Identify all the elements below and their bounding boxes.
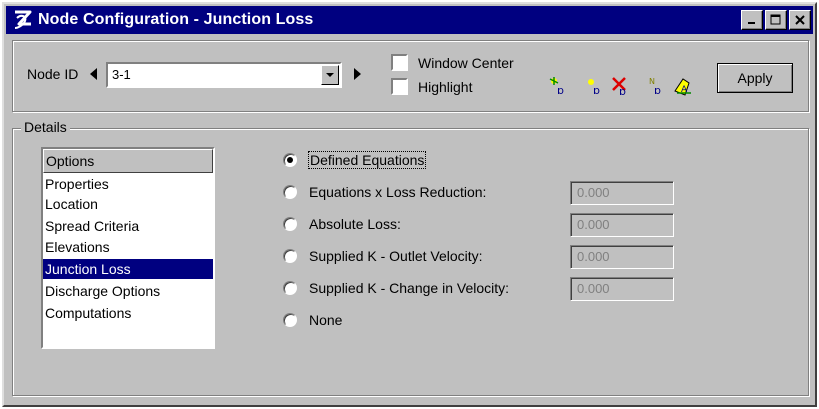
chevron-down-icon: [326, 73, 334, 77]
details-group: Details Options Properties Location Spre…: [12, 119, 809, 396]
add-node-tool-icon[interactable]: ɒ: [548, 75, 570, 97]
supplied-k-outlet-option[interactable]: Supplied K - Outlet Velocity:: [283, 248, 483, 264]
previous-node-button[interactable]: [87, 66, 101, 82]
svg-text:ɒ: ɒ: [593, 84, 600, 97]
node-id-label: Node ID: [27, 66, 79, 82]
close-icon: [795, 15, 805, 25]
node-selector-group: Node ID 3-1 Window Center Highlight ɒ ɒ: [12, 40, 809, 112]
apply-button[interactable]: Apply: [717, 63, 793, 93]
option-junction-loss[interactable]: Junction Loss: [43, 259, 213, 279]
minimize-button[interactable]: [741, 10, 763, 30]
none-option[interactable]: None: [283, 312, 342, 328]
options-header[interactable]: Options: [43, 149, 213, 173]
option-discharge-options[interactable]: Discharge Options: [43, 281, 213, 301]
equations-loss-reduction-option[interactable]: Equations x Loss Reduction:: [283, 184, 486, 200]
absolute-loss-label: Absolute Loss:: [309, 216, 401, 232]
details-group-label: Details: [21, 119, 70, 135]
next-node-button[interactable]: [350, 66, 364, 82]
insert-node-tool-icon[interactable]: ɒ: [584, 75, 606, 97]
option-properties[interactable]: Properties: [43, 174, 213, 194]
svg-text:ɒ: ɒ: [557, 84, 564, 97]
supplied-k-change-label: Supplied K - Change in Velocity:: [309, 280, 510, 296]
options-listbox[interactable]: Options Properties Location Spread Crite…: [41, 147, 215, 349]
none-label: None: [309, 312, 343, 328]
window-center-label: Window Center: [418, 54, 514, 71]
absolute-loss-option[interactable]: Absolute Loss:: [283, 216, 401, 232]
absolute-loss-field[interactable]: 0.000: [570, 213, 674, 237]
supplied-k-change-field[interactable]: 0.000: [570, 277, 674, 301]
maximize-button[interactable]: [765, 10, 787, 30]
minimize-icon: [748, 22, 755, 24]
node-configuration-window: Node Configuration - Junction Loss Node …: [2, 2, 817, 407]
node-id-value: 3-1: [112, 67, 131, 82]
node-id-dropdown-button[interactable]: [321, 65, 339, 85]
window-title: Node Configuration - Junction Loss: [38, 11, 314, 28]
none-radio[interactable]: [283, 313, 297, 327]
close-button[interactable]: [789, 10, 811, 30]
right-arrow-icon: [354, 68, 361, 80]
delete-node-tool-icon[interactable]: ɒ: [610, 75, 632, 98]
option-spread-criteria[interactable]: Spread Criteria: [43, 216, 213, 236]
defined-equations-option[interactable]: Defined Equations: [283, 151, 427, 169]
annotate-node-tool-icon[interactable]: A: [673, 75, 695, 97]
highlight-checkbox[interactable]: [391, 78, 408, 95]
equations-loss-reduction-field[interactable]: 0.000: [570, 181, 674, 205]
defined-equations-radio[interactable]: [283, 153, 297, 167]
left-arrow-icon: [90, 68, 97, 80]
node-id-combo[interactable]: 3-1: [106, 62, 342, 88]
highlight-option[interactable]: Highlight: [391, 78, 472, 95]
window-center-checkbox[interactable]: [391, 54, 408, 71]
title-bar[interactable]: Node Configuration - Junction Loss: [6, 6, 813, 34]
svg-text:ɒ: ɒ: [654, 84, 661, 97]
supplied-k-change-option[interactable]: Supplied K - Change in Velocity:: [283, 280, 509, 296]
svg-text:ɒ: ɒ: [619, 85, 626, 97]
maximize-icon: [770, 14, 781, 25]
equations-loss-reduction-radio[interactable]: [283, 185, 297, 199]
absolute-loss-radio[interactable]: [283, 217, 297, 231]
supplied-k-outlet-field[interactable]: 0.000: [570, 245, 674, 269]
window-center-option[interactable]: Window Center: [391, 54, 514, 71]
edit-node-tool-icon[interactable]: Nɒ: [646, 75, 668, 97]
supplied-k-outlet-label: Supplied K - Outlet Velocity:: [309, 248, 483, 264]
supplied-k-outlet-radio[interactable]: [283, 249, 297, 263]
option-elevations[interactable]: Elevations: [43, 237, 213, 257]
defined-equations-label: Defined Equations: [307, 151, 427, 169]
app-logo-icon: [10, 7, 36, 33]
option-location[interactable]: Location: [43, 194, 213, 214]
supplied-k-change-radio[interactable]: [283, 281, 297, 295]
option-computations[interactable]: Computations: [43, 303, 213, 323]
equations-loss-reduction-label: Equations x Loss Reduction:: [309, 184, 487, 200]
highlight-label: Highlight: [418, 78, 473, 95]
